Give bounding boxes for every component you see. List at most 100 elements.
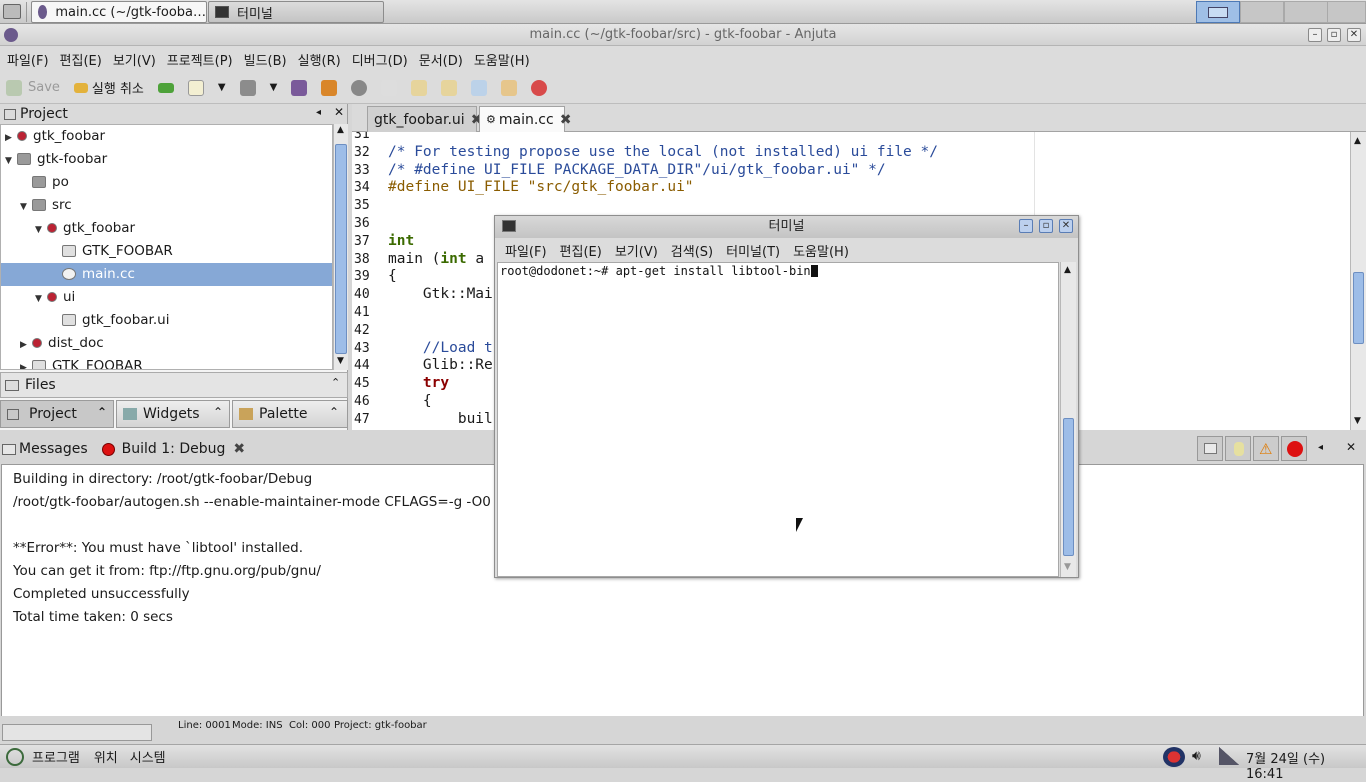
undo-button[interactable]: 실행 취소 [73,78,144,97]
panel-menu-places[interactable]: 위치 [94,747,118,766]
close-pane-icon[interactable]: ✕ [334,105,344,119]
expander-down-icon[interactable]: ▼ [20,196,32,219]
tree-item[interactable]: GTK_FOOBAR [1,240,332,263]
workspace-4[interactable] [1327,1,1366,23]
tree-item[interactable]: ▼ src [1,194,332,217]
filter-warning-button[interactable]: ⚠ [1253,436,1279,461]
menu-file[interactable]: 파일(F) [7,50,49,69]
menu-document[interactable]: 문서(D) [419,50,463,69]
terminal-menu-file[interactable]: 파일(F) [505,241,547,260]
menu-view[interactable]: 보기(V) [113,50,156,69]
terminal-window[interactable]: 터미널 – ▫ ✕ 파일(F) 편집(E) 보기(V) 검색(S) 터미널(T)… [494,215,1079,578]
step-out-button[interactable] [471,79,488,96]
scroll-down-icon[interactable]: ▼ [337,356,344,366]
anjuta-app-icon[interactable] [4,28,18,42]
build-all-button[interactable] [351,79,368,96]
terminal-titlebar[interactable]: 터미널 – ▫ ✕ [495,216,1078,238]
panel-menu-programs[interactable]: 프로그램 [32,747,80,766]
tree-item[interactable]: ▼ gtk-foobar [1,148,332,171]
workspace-1[interactable] [1196,1,1240,23]
workspace-3[interactable] [1284,1,1328,23]
menu-run[interactable]: 실행(R) [298,50,341,69]
menu-edit[interactable]: 편집(E) [60,50,102,69]
filter-normal-button[interactable] [1197,436,1223,461]
files-pane-header[interactable]: Files ⌃ [0,372,348,398]
scroll-down-icon[interactable]: ▼ [1064,562,1071,572]
run-button[interactable] [381,79,398,96]
tab-palette[interactable]: Palette ⌃ [232,400,348,428]
panel-menu-system[interactable]: 시스템 [130,747,166,766]
expander-down-icon[interactable]: ▼ [5,150,17,173]
expander-right-icon[interactable]: ▶ [20,357,32,369]
tree-item[interactable]: po [1,171,332,194]
tree-item[interactable]: ▼ gtk_foobar [1,217,332,240]
compile-button[interactable] [321,79,338,96]
input-method-icon[interactable] [1163,747,1185,767]
expander-right-icon[interactable]: ▶ [20,334,32,357]
terminal-menu-search[interactable]: 검색(S) [671,241,713,260]
close-pane-icon[interactable]: ✕ [1346,440,1356,454]
scroll-thumb[interactable] [1063,418,1074,556]
open-dropdown-button[interactable]: ▼ [270,82,278,93]
breakpoint-button[interactable] [531,79,548,96]
scroll-up-icon[interactable]: ▲ [1064,265,1071,275]
undock-icon[interactable]: ◂ [1318,442,1323,453]
terminal-maximize-button[interactable]: ▫ [1039,219,1053,233]
tab-project[interactable]: Project ⌃ [0,400,114,428]
redo-button[interactable] [157,82,174,93]
close-tab-icon[interactable]: ✖ [233,441,245,457]
continue-button[interactable] [501,79,518,96]
save-button[interactable]: Save [6,79,60,96]
menu-build[interactable]: 빌드(B) [244,50,287,69]
scroll-up-icon[interactable]: ▲ [337,125,344,135]
scroll-thumb[interactable] [335,144,347,354]
expander-right-icon[interactable]: ▶ [5,127,17,150]
filter-info-button[interactable] [1225,436,1251,461]
build-tab[interactable]: Build 1: Debug ✖ [101,441,245,457]
scroll-down-icon[interactable]: ▼ [1354,416,1361,426]
project-tree[interactable]: ▶ gtk_foobar ▼ gtk-foobar po ▼ src ▼ gtk_foobar G… [0,124,333,370]
new-file-button[interactable] [187,79,204,96]
tree-item[interactable]: main.cc [1,263,332,286]
expander-down-icon[interactable]: ▼ [35,288,47,311]
terminal-icon[interactable] [502,220,516,232]
close-button[interactable]: ✕ [1347,28,1361,42]
tab-widgets[interactable]: Widgets ⌃ [116,400,230,428]
expander-down-icon[interactable]: ▼ [35,219,47,242]
tab-gtk-foobar-ui[interactable]: gtk_foobar.ui ✖ [367,106,482,132]
volume-icon[interactable]: 🔊︎ [1192,748,1201,764]
open-button[interactable] [239,79,256,96]
minimize-button[interactable]: – [1308,28,1322,42]
editor-scrollbar[interactable]: ▲ ▼ [1350,132,1366,430]
step-into-button[interactable] [411,79,428,96]
tree-item[interactable]: ▶ GTK_FOOBAR [1,355,332,369]
menu-logo-icon[interactable] [6,747,24,766]
terminal-close-button[interactable]: ✕ [1059,219,1073,233]
taskbar-item-terminal[interactable]: 터미널 [208,1,384,23]
build-button[interactable] [291,79,308,96]
close-tab-icon[interactable]: ✖ [560,112,572,128]
menu-project[interactable]: 프로젝트(P) [167,50,233,69]
window-titlebar[interactable]: main.cc (~/gtk-foobar/src) - gtk-foobar … [0,24,1366,46]
scroll-thumb[interactable] [1353,272,1364,344]
terminal-menu-terminal[interactable]: 터미널(T) [726,241,780,260]
terminal-scrollbar[interactable]: ▲ ▼ [1060,262,1076,577]
undock-icon[interactable]: ◂ [316,107,321,118]
show-desktop-icon[interactable] [3,4,21,19]
terminal-minimize-button[interactable]: – [1019,219,1033,233]
tree-item[interactable]: gtk_foobar.ui [1,309,332,332]
workspace-2[interactable] [1240,1,1284,23]
menu-debug[interactable]: 디버그(D) [352,50,408,69]
project-tree-scrollbar[interactable]: ▲ ▼ [333,124,348,370]
maximize-button[interactable]: ▫ [1327,28,1341,42]
tree-item[interactable]: ▶ gtk_foobar [1,125,332,148]
taskbar-item-anjuta[interactable]: main.cc (~/gtk-fooba… [31,1,207,23]
scroll-up-icon[interactable]: ▲ [1354,136,1361,146]
tree-item[interactable]: ▶ dist_doc [1,332,332,355]
terminal-menu-help[interactable]: 도움말(H) [793,241,849,260]
clock[interactable]: 7월 24일 (수) 16:41 [1246,748,1366,782]
terminal-menu-edit[interactable]: 편집(E) [560,241,602,260]
menu-help[interactable]: 도움말(H) [474,50,530,69]
tree-item[interactable]: ▼ ui [1,286,332,309]
new-dropdown-button[interactable]: ▼ [218,82,226,93]
